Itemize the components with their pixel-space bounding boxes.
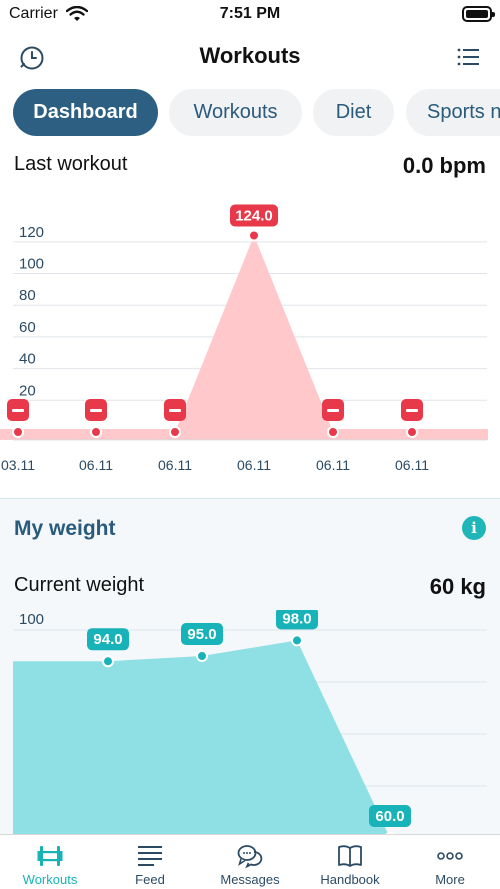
tab-diet[interactable]: Diet xyxy=(313,89,394,136)
tabbar-feed[interactable]: Feed xyxy=(100,835,200,889)
dumbbell-icon xyxy=(37,846,63,866)
more-dots-icon xyxy=(437,852,463,860)
page-title: Workouts xyxy=(199,43,301,68)
data-point xyxy=(327,426,339,438)
minus-icon xyxy=(12,409,24,412)
current-weight-value: 60 kg xyxy=(429,574,486,599)
tabbar-handbook[interactable]: Handbook xyxy=(300,835,400,889)
tabbar-messages[interactable]: Messages xyxy=(200,835,300,889)
y-tick-label: 120 xyxy=(19,224,44,241)
tabbar-label: More xyxy=(435,872,465,887)
data-point xyxy=(12,426,24,438)
data-point xyxy=(102,655,114,668)
feed-lines-icon xyxy=(138,846,162,866)
minus-icon xyxy=(327,409,339,412)
x-tick-label: 06.11 xyxy=(158,457,192,473)
segment-tabs: Dashboard Workouts Diet Sports n xyxy=(0,89,500,137)
tab-dashboard[interactable]: Dashboard xyxy=(13,89,158,136)
last-workout-row: Last workout 0.0 bpm xyxy=(14,153,486,181)
status-bar: Carrier 7:51 PM xyxy=(0,0,500,30)
minus-icon xyxy=(90,409,102,412)
battery-icon xyxy=(462,6,495,22)
data-point xyxy=(90,426,102,438)
list-icon xyxy=(457,48,479,66)
info-icon[interactable]: i xyxy=(462,516,486,540)
current-weight-row: Current weight 60 kg xyxy=(14,574,486,602)
tabbar-more[interactable]: More xyxy=(400,835,500,889)
heart-rate-area xyxy=(18,235,412,440)
tabbar-workouts[interactable]: Workouts xyxy=(0,835,100,889)
list-menu-button[interactable] xyxy=(450,40,486,76)
data-point xyxy=(248,229,260,242)
heart-rate-value: 0.0 bpm xyxy=(402,153,486,178)
navigation-header: Workouts xyxy=(0,34,500,80)
x-tick-label: 06.11 xyxy=(395,457,429,473)
tabbar-label: Messages xyxy=(220,872,280,887)
current-weight-label: Current weight xyxy=(14,574,145,596)
tabbar-label: Workouts xyxy=(22,872,78,887)
chat-bubbles-icon xyxy=(237,845,263,869)
x-tick-label: 06.11 xyxy=(316,457,350,473)
data-label: 98.0 xyxy=(282,610,311,627)
x-tick-label: 06.11 xyxy=(79,457,113,473)
tab-sports-nutrition[interactable]: Sports n xyxy=(406,89,500,136)
data-label: 94.0 xyxy=(93,631,122,648)
minus-icon xyxy=(406,409,418,412)
bottom-tab-bar: Workouts Feed Messages Handbook More xyxy=(0,834,500,889)
last-workout-label: Last workout xyxy=(14,153,128,175)
tabbar-label: Handbook xyxy=(320,872,380,887)
y-tick-label: 40 xyxy=(19,351,36,368)
weight-title: My weight xyxy=(14,517,116,540)
data-label: 60.0 xyxy=(375,808,404,825)
weight-area xyxy=(13,640,390,834)
y-tick-label: 100 xyxy=(19,256,44,273)
heart-rate-chart: 20 40 60 80 100 120 03.11 06.11 06.11 124.0 06.11 0… xyxy=(0,204,488,473)
data-point xyxy=(169,426,181,438)
minus-icon xyxy=(169,409,181,412)
x-tick-label: 03.11 xyxy=(1,457,35,473)
data-label: 95.0 xyxy=(187,626,216,643)
data-label: 124.0 xyxy=(235,208,273,225)
tab-workouts[interactable]: Workouts xyxy=(169,89,302,136)
y-tick-label: 80 xyxy=(19,287,36,304)
y-tick-label: 60 xyxy=(19,319,36,336)
data-point xyxy=(406,426,418,438)
y-tick-label: 20 xyxy=(19,382,36,399)
tabbar-label: Feed xyxy=(135,872,165,887)
weight-chart: 70809010094.095.098.060.0 xyxy=(13,610,487,834)
data-point xyxy=(196,650,208,662)
y-tick-label: 100 xyxy=(19,611,44,628)
status-time: 7:51 PM xyxy=(219,5,281,22)
x-tick-label: 06.11 xyxy=(237,457,271,473)
book-icon xyxy=(338,845,362,867)
data-point xyxy=(291,634,303,647)
